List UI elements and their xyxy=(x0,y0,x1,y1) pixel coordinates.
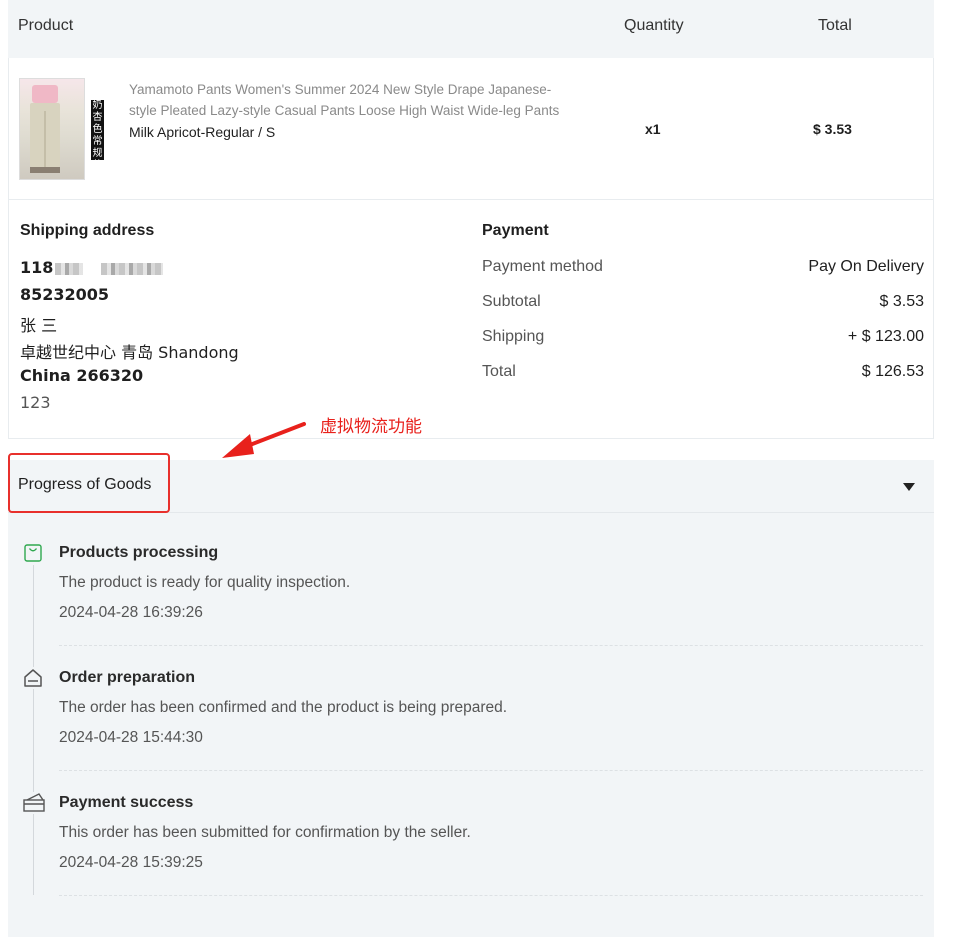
product-row: 奶杏色常规款 Yamamoto Pants Women's Summer 202… xyxy=(8,58,934,200)
step-divider xyxy=(59,645,923,646)
shipping-note: 123 xyxy=(20,393,51,412)
payment-card-icon xyxy=(22,792,45,814)
step-description: This order has been submitted for confir… xyxy=(59,824,471,841)
step-title: Products processing xyxy=(59,544,219,561)
shipping-postal-line: 85232005 xyxy=(20,285,110,304)
order-info: Shipping address 118 85232005 张 三 卓越世纪中心… xyxy=(8,200,934,439)
quantity-column-header: Quantity xyxy=(624,17,684,34)
shopping-bag-icon xyxy=(22,542,44,564)
subtotal-row: Subtotal $ 3.53 xyxy=(482,293,924,310)
step-title: Order preparation xyxy=(59,669,196,686)
step-title: Payment success xyxy=(59,794,194,811)
step-time: 2024-04-28 15:39:25 xyxy=(59,854,203,871)
shipping-phone: 118 xyxy=(20,258,164,277)
shipping-name: 张 三 xyxy=(20,316,58,335)
total-row: Total $ 126.53 xyxy=(482,363,924,380)
product-image-label: 奶杏色常规款 xyxy=(91,100,104,171)
collapse-toggle-icon[interactable] xyxy=(900,478,918,496)
progress-step: Payment success This order has been subm… xyxy=(8,792,934,917)
payment-method-row: Payment method Pay On Delivery xyxy=(482,258,924,275)
step-description: The order has been confirmed and the pro… xyxy=(59,699,508,716)
product-table-header: Product Quantity Total xyxy=(8,0,934,58)
progress-of-goods-panel: Progress of Goods Products processing Th… xyxy=(8,453,934,937)
shipping-address-title: Shipping address xyxy=(20,222,155,239)
order-details: Product Quantity Total 奶杏色常规款 Yamamoto P… xyxy=(8,0,934,937)
shipping-cost-row: Shipping + $ 123.00 xyxy=(482,328,924,345)
product-column-header: Product xyxy=(18,17,74,34)
step-divider xyxy=(59,895,923,896)
annotation-note: 虚拟物流功能 xyxy=(320,417,422,437)
redacted-block xyxy=(55,262,84,275)
shipping-address-line: 卓越世纪中心 青岛 Shandong xyxy=(20,343,239,362)
payment-title: Payment xyxy=(482,222,549,239)
redacted-block xyxy=(101,262,164,275)
progress-title: Progress of Goods xyxy=(18,476,152,493)
step-description: The product is ready for quality inspect… xyxy=(59,574,351,591)
total-column-header: Total xyxy=(818,17,852,34)
product-title[interactable]: Yamamoto Pants Women's Summer 2024 New S… xyxy=(129,79,579,121)
step-time: 2024-04-28 16:39:26 xyxy=(59,604,203,621)
progress-header[interactable]: Progress of Goods xyxy=(8,453,934,513)
annotation-arrow-icon xyxy=(222,422,306,458)
product-variant: Milk Apricot-Regular / S xyxy=(129,124,276,140)
shipping-country-line: China 266320 xyxy=(20,366,144,385)
house-icon xyxy=(22,667,44,689)
product-price: $ 3.53 xyxy=(813,121,852,137)
product-thumbnail[interactable] xyxy=(19,78,85,180)
progress-step: Order preparation The order has been con… xyxy=(8,667,934,792)
product-quantity: x1 xyxy=(645,121,661,137)
step-divider xyxy=(59,770,923,771)
progress-step: Products processing The product is ready… xyxy=(8,542,934,667)
step-time: 2024-04-28 15:44:30 xyxy=(59,729,203,746)
